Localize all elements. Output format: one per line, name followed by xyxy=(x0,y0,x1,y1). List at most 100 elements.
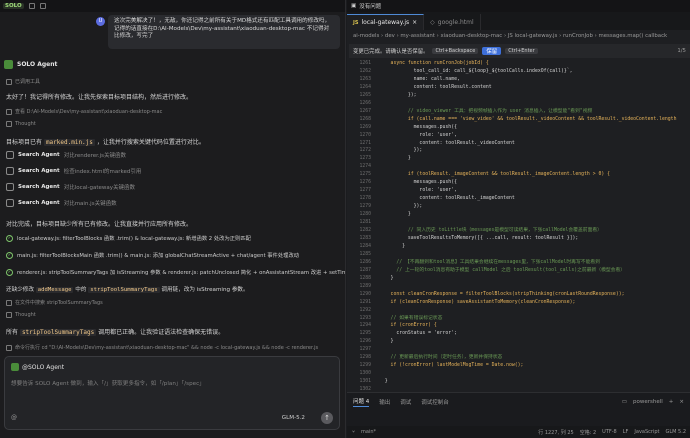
change-item[interactable]: ✓ local-gateway.js: filterToolBlocks 函数 … xyxy=(6,234,251,242)
code-line[interactable] xyxy=(379,251,690,259)
search-agent-row[interactable]: Search Agent 对比renderer.js关键函数 xyxy=(6,151,126,159)
code-line[interactable] xyxy=(379,219,690,227)
folder-icon xyxy=(6,108,12,115)
branch-name[interactable]: main* xyxy=(361,429,376,435)
line-number: 1265 xyxy=(359,92,371,98)
close-icon[interactable]: × xyxy=(412,19,417,26)
language-mode[interactable]: JavaScript xyxy=(634,429,659,436)
code-line[interactable]: if (cleanCronResponse) saveAssistantToMe… xyxy=(379,299,690,307)
code-line[interactable]: const cleanCronResponse = filterToolBloc… xyxy=(379,291,690,299)
change-item[interactable]: ✓ renderer.js: stripToolSummaryTags 加 is… xyxy=(6,268,345,276)
code-line[interactable]: name: call.name, xyxy=(379,76,690,84)
indent[interactable]: 空格: 2 xyxy=(580,429,596,436)
code-line[interactable]: tool_call_id: call_${loop}_${toolCalls.i… xyxy=(379,68,690,76)
line-number: 1271 xyxy=(359,140,371,146)
search-agent-icon xyxy=(6,167,14,175)
code-line[interactable]: }); xyxy=(379,92,690,100)
code-line[interactable]: }); xyxy=(379,203,690,211)
code-line[interactable]: if (!cronError) lastModelMsgTime = Date.… xyxy=(379,362,690,370)
code-line[interactable]: role: 'user', xyxy=(379,132,690,140)
new-chat-icon[interactable] xyxy=(39,3,46,9)
code-line[interactable]: // 如果有错误标记状态 xyxy=(379,315,690,323)
thought-toggle-2[interactable]: Thought xyxy=(6,312,36,318)
cursor-position[interactable]: 行 1227, 列 25 xyxy=(538,429,573,436)
code-line[interactable]: } xyxy=(379,275,690,283)
agent-chip[interactable]: @SOLO Agent xyxy=(11,363,64,371)
close-icon[interactable]: × xyxy=(679,399,684,405)
tab-output[interactable]: 输出 xyxy=(379,398,390,406)
source-code[interactable]: async function runCronJob(jobId) { tool_… xyxy=(379,60,690,392)
line-number: 1296 xyxy=(359,339,371,345)
change-item[interactable]: ✓ main.js: filterToolBlocksMain 函数 .trim… xyxy=(6,251,299,259)
code-line[interactable]: // 更新最后执行时间（定时任务），更新并保持状态 xyxy=(379,354,690,362)
branch-icon: ⑂ xyxy=(352,429,356,435)
keep-button[interactable]: 保留 xyxy=(482,47,502,55)
code-line[interactable]: content: toolResult.content xyxy=(379,84,690,92)
code-line[interactable]: } xyxy=(379,211,690,219)
run-command-row[interactable]: 命令行执行 cd "D:\AI-Models\Dev\my-assistant\… xyxy=(6,344,340,351)
code-line[interactable]: messages.push({ xyxy=(379,179,690,187)
code-line[interactable] xyxy=(379,346,690,354)
diff-review-bar: 变更已完成。请确认是否保留。 Ctrl+Backspace 保留 Ctrl+En… xyxy=(349,44,690,58)
code-line[interactable]: if (toolResult._imageContent && toolResu… xyxy=(379,171,690,179)
code-line[interactable] xyxy=(379,163,690,171)
code-line[interactable]: content: toolResult._imageContent xyxy=(379,195,690,203)
send-button[interactable]: ↑ xyxy=(321,412,333,424)
code-line[interactable] xyxy=(379,307,690,315)
code-line[interactable]: messages.push({ xyxy=(379,124,690,132)
chat-input-box[interactable]: @SOLO Agent 想要告诉 SOLO Agent 做到，输入「/」获取更多… xyxy=(4,356,340,430)
mention-button[interactable]: @ xyxy=(11,414,17,421)
search-agent-row[interactable]: Search Agent 对比main.js关键函数 xyxy=(6,199,117,207)
code-line[interactable]: // 上一轮的tool消息有助于模型 callModel 之后 toolResu… xyxy=(379,267,690,275)
shell-name[interactable]: powershell xyxy=(633,399,663,405)
breadcrumb[interactable]: ai-models › dev › my-assistant › xiaodua… xyxy=(353,33,667,39)
sidebar-toggle-icon[interactable] xyxy=(28,3,35,9)
code-line[interactable]: if (cronError) { xyxy=(379,322,690,330)
agent-header: SOLO Agent xyxy=(4,60,57,69)
code-line[interactable]: // 【不再翻到和tool消息】工具结果会继续在messages里，下张call… xyxy=(379,259,690,267)
file-search-row[interactable]: 在文件中搜索 stripToolSummaryTags xyxy=(6,299,103,306)
tab-debug[interactable]: 调试 xyxy=(400,398,411,406)
tab-problems[interactable]: 问题 4 xyxy=(353,397,370,407)
code-line[interactable]: // 同入历史 toLittle块（messages是模型可读结果，下张call… xyxy=(379,227,690,235)
code-line[interactable]: cronStatus = 'error'; xyxy=(379,330,690,338)
code-line[interactable]: role: 'user', xyxy=(379,187,690,195)
code-line[interactable]: saveToolResultsToMemory([{ ...call, resu… xyxy=(379,235,690,243)
eol[interactable]: LF xyxy=(623,429,629,436)
code-line[interactable]: }); xyxy=(379,147,690,155)
line-number: 1297 xyxy=(359,347,371,353)
code-line[interactable]: } xyxy=(379,243,690,251)
chat-input-placeholder[interactable]: 想要告诉 SOLO Agent 做到，输入「/」获取更多指令，如「/plan」「… xyxy=(11,379,205,387)
model-status[interactable]: GLM 5.2 xyxy=(665,429,686,436)
editor-tabs: JS local-gateway.js × ◇ google.html xyxy=(347,12,690,30)
title-icon: ▣ xyxy=(351,3,357,9)
code-line[interactable]: // video_viewer 工具：把视频帧插入作为 user 消息插入，让模… xyxy=(379,108,690,116)
add-icon[interactable]: + xyxy=(669,399,674,405)
code-line[interactable] xyxy=(379,100,690,108)
code-line[interactable]: content: toolResult._videoContent xyxy=(379,140,690,148)
model-selector[interactable]: GLM-5.2 xyxy=(282,415,305,421)
tool-call-collapsed[interactable]: 已调用工具 xyxy=(6,78,40,85)
tab-debug-console[interactable]: 调试控制台 xyxy=(421,398,449,406)
code-line[interactable]: async function runCronJob(jobId) { xyxy=(379,60,690,68)
left-title-bar: SOLO xyxy=(0,0,345,12)
code-line[interactable]: } xyxy=(379,338,690,346)
search-agent-row[interactable]: Search Agent 检查index.html的marked引用 xyxy=(6,167,141,175)
code-line[interactable]: } xyxy=(379,155,690,163)
code-editor[interactable]: 1261 1262 1263 1264 1265 1266 1267 1268 1269 1270… xyxy=(347,60,690,392)
encoding[interactable]: UTF-8 xyxy=(602,429,617,436)
tab-google-html[interactable]: ◇ google.html xyxy=(424,14,481,30)
check-icon: ✓ xyxy=(6,251,13,259)
search-agent-row[interactable]: Search Agent 对比local-gateway关键函数 xyxy=(6,183,135,191)
viewed-dir[interactable]: 查看 D:\AI-Models\Dev\my-assistant\xiaodua… xyxy=(6,108,162,115)
reject-shortcut[interactable]: Ctrl+Backspace xyxy=(432,48,479,54)
tab-local-gateway[interactable]: JS local-gateway.js × xyxy=(347,14,425,30)
code-line[interactable]: if (call.name === 'view_video' && toolRe… xyxy=(379,116,690,124)
code-line[interactable] xyxy=(379,370,690,378)
code-line[interactable] xyxy=(379,283,690,291)
thought-toggle-1[interactable]: Thought xyxy=(6,121,36,127)
line-number: 1277 xyxy=(359,188,371,194)
check-icon: ✓ xyxy=(6,234,13,242)
code-line[interactable]: } xyxy=(379,378,690,386)
bottom-panel: 问题 4 输出 调试 调试控制台 ▭ powershell + × xyxy=(347,392,690,426)
